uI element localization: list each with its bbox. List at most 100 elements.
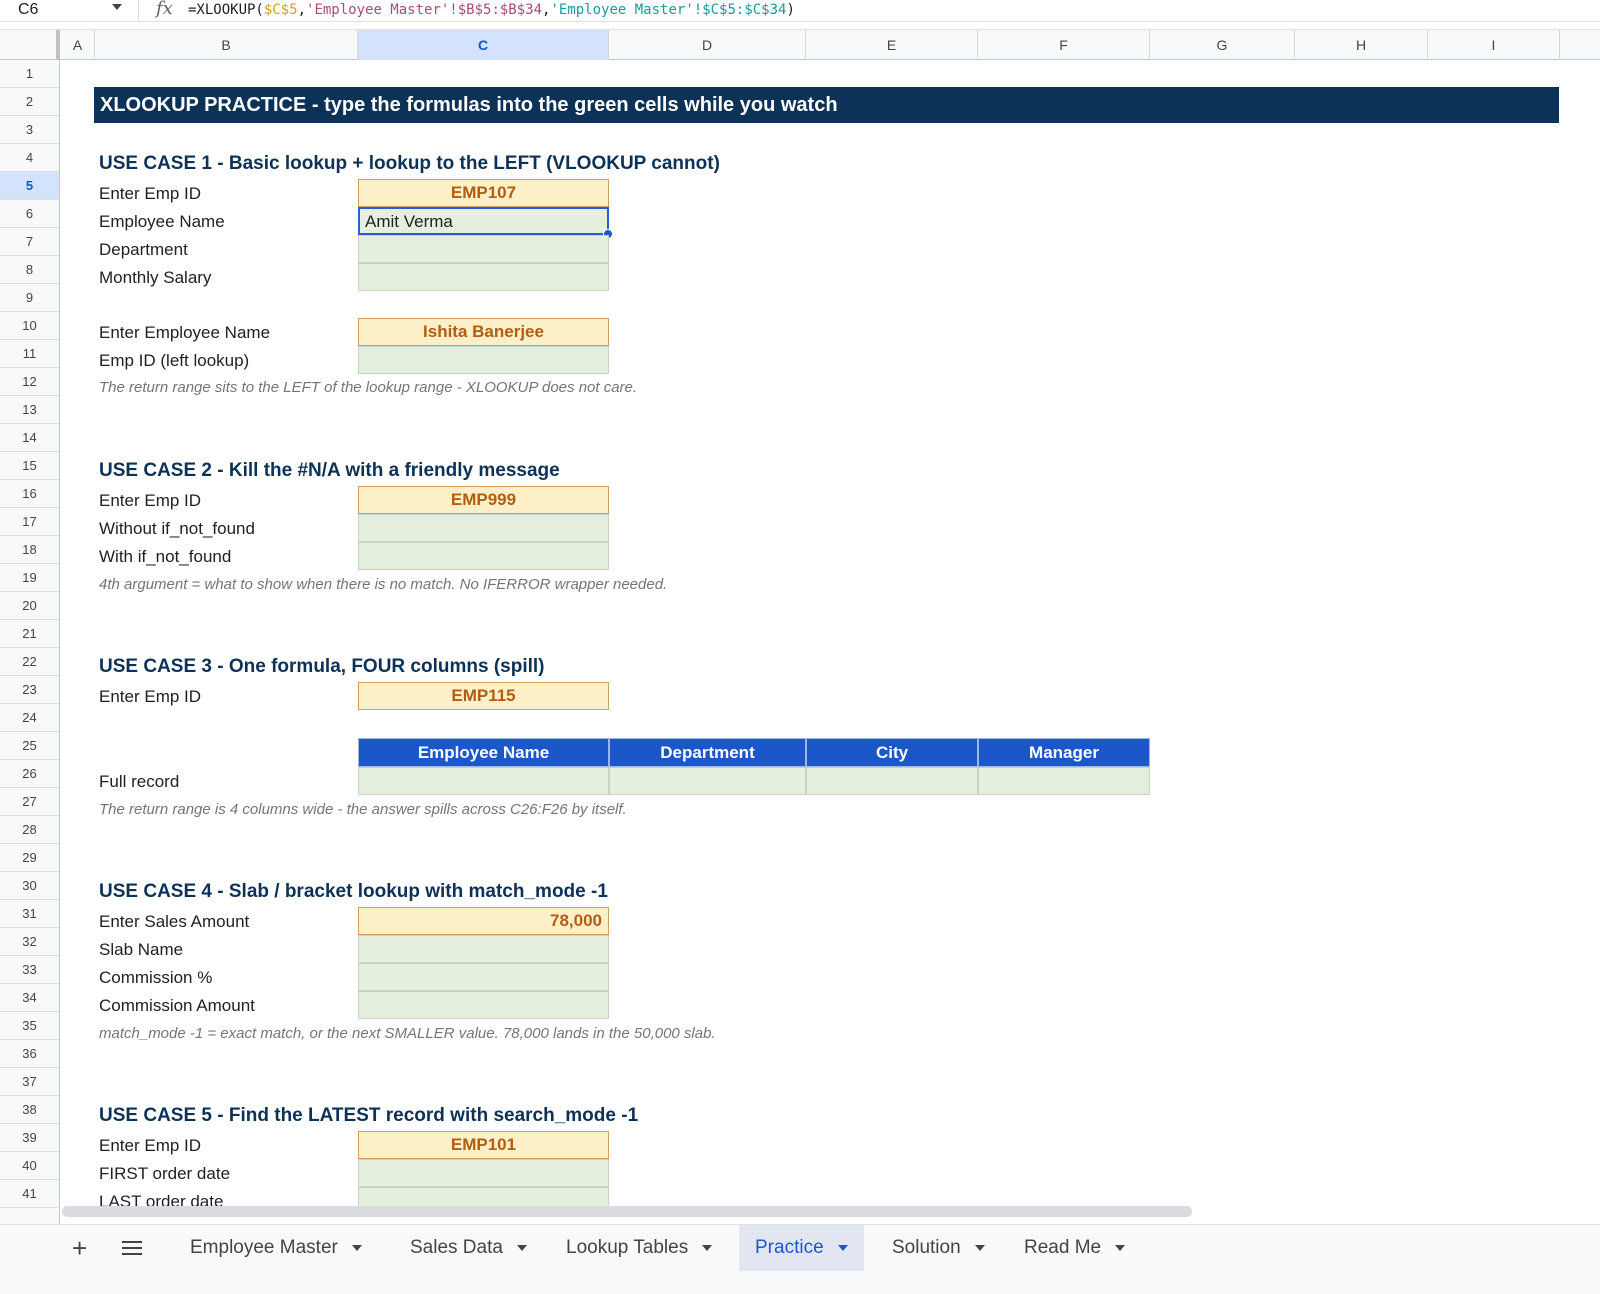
column-header-g[interactable]: G xyxy=(1150,30,1295,60)
tab-solution[interactable]: Solution xyxy=(892,1225,985,1271)
row-header[interactable]: 14 xyxy=(0,424,59,452)
select-all-corner[interactable] xyxy=(0,30,60,60)
row-header[interactable]: 3 xyxy=(0,116,59,144)
row-header[interactable]: 19 xyxy=(0,564,59,592)
row-header[interactable]: 29 xyxy=(0,844,59,872)
row-header[interactable]: 5 xyxy=(0,172,59,200)
note-use-case-4: match_mode -1 = exact match, or the next… xyxy=(99,1025,716,1042)
chevron-down-icon[interactable] xyxy=(1115,1244,1126,1251)
label-with-if-not-found: With if_not_found xyxy=(99,547,232,566)
row-header[interactable]: 8 xyxy=(0,256,59,284)
output-city-cell[interactable] xyxy=(806,767,978,795)
row-header[interactable]: 27 xyxy=(0,788,59,816)
input-emp-id-cell[interactable]: EMP999 xyxy=(358,486,609,514)
column-header-f[interactable]: F xyxy=(978,30,1150,60)
column-header-d[interactable]: D xyxy=(609,30,806,60)
row-header[interactable]: 26 xyxy=(0,760,59,788)
column-header-i[interactable]: I xyxy=(1428,30,1560,60)
formula-input[interactable]: =XLOOKUP($C$5,'Employee Master'!$B$5:$B$… xyxy=(188,2,795,18)
output-salary-cell[interactable] xyxy=(358,263,609,291)
row-header[interactable]: 17 xyxy=(0,508,59,536)
row-header[interactable]: 38 xyxy=(0,1096,59,1124)
sheet-title: XLOOKUP PRACTICE - type the formulas int… xyxy=(94,87,1559,123)
row-header[interactable]: 18 xyxy=(0,536,59,564)
row-header[interactable]: 10 xyxy=(0,312,59,340)
chevron-down-icon[interactable] xyxy=(112,4,122,10)
tab-sales-data[interactable]: Sales Data xyxy=(410,1225,527,1271)
chevron-down-icon[interactable] xyxy=(516,1244,527,1251)
row-header[interactable]: 16 xyxy=(0,480,59,508)
row-header[interactable]: 1 xyxy=(0,60,59,88)
tab-read-me[interactable]: Read Me xyxy=(1024,1225,1126,1271)
row-header[interactable]: 11 xyxy=(0,340,59,368)
input-emp-id-cell[interactable]: EMP101 xyxy=(358,1131,609,1159)
column-header-b[interactable]: B xyxy=(95,30,358,60)
output-without-cell[interactable] xyxy=(358,514,609,542)
all-sheets-menu-icon[interactable] xyxy=(122,1241,142,1259)
row-header[interactable]: 12 xyxy=(0,368,59,396)
input-sales-amount-cell[interactable]: 78,000 xyxy=(358,907,609,935)
row-header[interactable]: 2 xyxy=(0,88,59,116)
active-cell-employee-name[interactable]: Amit Verma xyxy=(358,207,609,235)
row-header[interactable]: 40 xyxy=(0,1152,59,1180)
output-name-cell[interactable] xyxy=(358,767,609,795)
tab-label: Solution xyxy=(892,1237,961,1258)
label-left-lookup: Emp ID (left lookup) xyxy=(99,351,250,370)
row-header[interactable]: 24 xyxy=(0,704,59,732)
row-header[interactable]: 32 xyxy=(0,928,59,956)
row-header[interactable]: 41 xyxy=(0,1180,59,1208)
note-use-case-1: The return range sits to the LEFT of the… xyxy=(99,379,638,396)
label-enter-emp-id: Enter Emp ID xyxy=(99,491,202,510)
tab-employee-master[interactable]: Employee Master xyxy=(190,1225,362,1271)
input-emp-id-cell[interactable]: EMP107 xyxy=(358,179,609,207)
row-header[interactable]: 21 xyxy=(0,620,59,648)
chevron-down-icon[interactable] xyxy=(702,1244,713,1251)
row-header[interactable]: 28 xyxy=(0,816,59,844)
row-header[interactable]: 20 xyxy=(0,592,59,620)
output-commission-pct-cell[interactable] xyxy=(358,963,609,991)
column-header-a[interactable]: A xyxy=(61,30,95,60)
row-header[interactable]: 6 xyxy=(0,200,59,228)
input-employee-name-cell[interactable]: Ishita Banerjee xyxy=(358,318,609,346)
formula-prefix: =XLOOKUP( xyxy=(188,2,264,18)
row-header[interactable]: 15 xyxy=(0,452,59,480)
row-header[interactable]: 36 xyxy=(0,1040,59,1068)
column-header-e[interactable]: E xyxy=(806,30,978,60)
name-box[interactable]: C6 xyxy=(18,1,38,19)
row-header[interactable]: 31 xyxy=(0,900,59,928)
output-department-cell[interactable] xyxy=(358,235,609,263)
label-commission-amount: Commission Amount xyxy=(99,996,255,1015)
row-header[interactable]: 37 xyxy=(0,1068,59,1096)
add-sheet-icon[interactable]: + xyxy=(72,1233,87,1263)
column-header-c[interactable]: C xyxy=(358,30,609,60)
table-header-department: Department xyxy=(609,738,806,767)
tab-label: Employee Master xyxy=(190,1237,338,1258)
row-header[interactable]: 22 xyxy=(0,648,59,676)
row-header[interactable]: 35 xyxy=(0,1012,59,1040)
row-header[interactable]: 25 xyxy=(0,732,59,760)
row-header[interactable]: 4 xyxy=(0,144,59,172)
tab-practice[interactable]: Practice xyxy=(739,1225,864,1271)
chevron-down-icon[interactable] xyxy=(974,1244,985,1251)
column-header-h[interactable]: H xyxy=(1295,30,1428,60)
chevron-down-icon[interactable] xyxy=(351,1244,362,1251)
row-header[interactable]: 30 xyxy=(0,872,59,900)
row-header[interactable]: 34 xyxy=(0,984,59,1012)
input-emp-id-cell[interactable]: EMP115 xyxy=(358,682,609,710)
row-header[interactable]: 23 xyxy=(0,676,59,704)
row-header[interactable]: 9 xyxy=(0,284,59,312)
tab-lookup-tables[interactable]: Lookup Tables xyxy=(566,1225,713,1271)
horizontal-scrollbar[interactable] xyxy=(62,1206,1192,1217)
chevron-down-icon[interactable] xyxy=(837,1244,848,1251)
output-left-lookup-cell[interactable] xyxy=(358,346,609,374)
row-header[interactable]: 7 xyxy=(0,228,59,256)
output-slab-cell[interactable] xyxy=(358,935,609,963)
output-with-cell[interactable] xyxy=(358,542,609,570)
row-header[interactable]: 13 xyxy=(0,396,59,424)
row-header[interactable]: 33 xyxy=(0,956,59,984)
output-manager-cell[interactable] xyxy=(978,767,1150,795)
row-header[interactable]: 39 xyxy=(0,1124,59,1152)
output-department-cell[interactable] xyxy=(609,767,806,795)
output-commission-amount-cell[interactable] xyxy=(358,991,609,1019)
output-first-order-cell[interactable] xyxy=(358,1159,609,1187)
